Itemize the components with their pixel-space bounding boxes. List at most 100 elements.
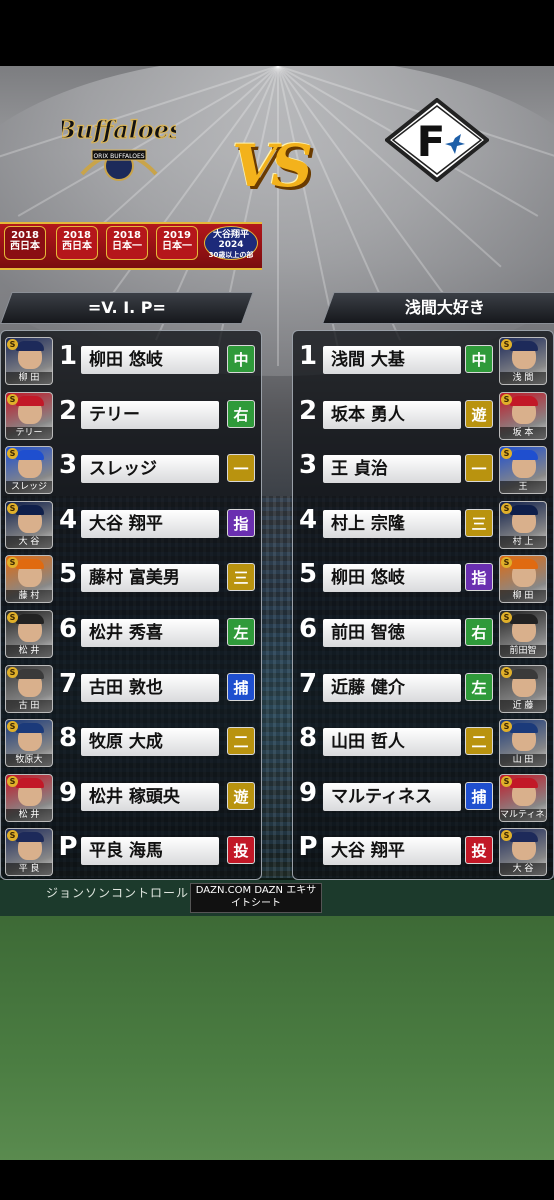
badge-ohtani-2024[interactable]: 大谷翔平 2024 30歳以上の部 bbox=[202, 220, 258, 268]
player-card-avatar[interactable]: S平 良 bbox=[5, 828, 53, 877]
batting-order: 8 bbox=[298, 723, 318, 754]
player-card-avatar[interactable]: S 松 井 bbox=[5, 610, 53, 658]
player-name[interactable]: テリー bbox=[81, 400, 219, 429]
badge-2018-west-2[interactable]: 2018 西日本 bbox=[54, 220, 100, 268]
batting-order: P bbox=[58, 832, 78, 863]
player-name[interactable]: 牧原 大成 bbox=[81, 728, 219, 757]
player-name[interactable]: 松井 稼頭央 bbox=[81, 782, 219, 811]
lineup-row[interactable]: Sマルティネス9マルティネス捕 bbox=[293, 770, 554, 822]
player-card-avatar[interactable]: S マルティネス bbox=[499, 773, 547, 822]
player-card-avatar[interactable]: S大 谷 bbox=[5, 500, 53, 549]
player-card-name: 近 藤 bbox=[500, 699, 546, 712]
batting-order: 3 bbox=[58, 450, 78, 481]
lineup-row[interactable]: S 前田智 6 前田 智徳右 bbox=[293, 606, 554, 658]
badge-2018-west[interactable]: 2018 西日本 bbox=[2, 220, 48, 268]
lineup-row[interactable]: S 坂 本 2 坂本 勇人遊 bbox=[293, 388, 554, 440]
badge-2019-japan[interactable]: 2019 日本一 bbox=[154, 220, 200, 268]
player-name[interactable]: 大谷 翔平 bbox=[323, 837, 461, 866]
roof-rib bbox=[277, 66, 279, 366]
lineup-row[interactable]: S藤 村 5 藤村 富美男三 bbox=[1, 551, 263, 604]
player-name[interactable]: 王 貞治 bbox=[323, 455, 461, 484]
player-cap bbox=[510, 723, 538, 734]
player-card-avatar[interactable]: S藤 村 bbox=[5, 555, 53, 604]
position-badge: 右 bbox=[227, 399, 255, 428]
lineup-row[interactable]: S 柳 田 1 柳田 悠岐中 bbox=[1, 333, 263, 385]
badge-2018-japan[interactable]: 2018 日本一 bbox=[104, 220, 150, 268]
player-name[interactable]: 柳田 悠岐 bbox=[81, 346, 219, 374]
player-cap bbox=[16, 450, 44, 461]
player-card-avatar[interactable]: S王 bbox=[499, 446, 547, 495]
player-name[interactable]: マルティネス bbox=[323, 782, 461, 811]
lineup-row[interactable]: S 村 上 4 村上 宗隆三 bbox=[293, 497, 554, 549]
lineup-row[interactable]: S大 谷 P 大谷 翔平投 bbox=[293, 824, 554, 877]
player-name[interactable]: 柳田 悠岐 bbox=[323, 564, 461, 593]
card-rank-icon: S bbox=[501, 502, 512, 514]
player-name[interactable]: 村上 宗隆 bbox=[323, 509, 461, 538]
player-card-avatar[interactable]: S 松 井 bbox=[5, 773, 53, 822]
lineup-row[interactable]: S 近 藤 7 近藤 健介左 bbox=[293, 661, 554, 713]
player-name[interactable]: 大谷 翔平 bbox=[81, 509, 219, 538]
batting-order: 1 bbox=[298, 341, 318, 371]
lineup-row[interactable]: S 牧原大 8 牧原 大成二 bbox=[1, 715, 263, 768]
lineup-row[interactable]: S王 3王 貞治一 bbox=[293, 442, 554, 495]
team-b-logo-text: F bbox=[417, 117, 446, 166]
player-name[interactable]: 浅間 大基 bbox=[323, 346, 461, 374]
player-card-avatar[interactable]: S 古 田 bbox=[5, 664, 53, 713]
lineup-row[interactable]: S山 田 8 山田 哲人二 bbox=[293, 715, 554, 768]
player-card-avatar[interactable]: S 牧原大 bbox=[5, 719, 53, 768]
player-card-avatar[interactable]: S 近 藤 bbox=[499, 664, 547, 713]
fence-ad-dazn: DAZN.COM DAZN エキサイトシート bbox=[190, 883, 322, 913]
card-rank-icon: S bbox=[501, 666, 512, 678]
player-card-avatar[interactable]: S大 谷 bbox=[499, 828, 547, 877]
player-card-name: 浅 間 bbox=[500, 372, 546, 384]
lineup-row[interactable]: S 古 田 7 古田 敦也捕 bbox=[1, 661, 263, 713]
player-card-avatar[interactable]: S柳 田 bbox=[5, 337, 53, 385]
player-name[interactable]: 前田 智徳 bbox=[323, 619, 461, 647]
batting-order: 6 bbox=[298, 614, 318, 644]
player-card-avatar[interactable]: S 前田智 bbox=[499, 610, 547, 658]
player-name[interactable]: 古田 敦也 bbox=[81, 673, 219, 702]
badge-title: 西日本 bbox=[10, 241, 40, 252]
card-rank-icon: S bbox=[501, 612, 512, 623]
card-rank-icon: S bbox=[501, 339, 512, 350]
player-card-avatar[interactable]: S柳 田 bbox=[499, 555, 547, 604]
card-rank-icon: S bbox=[7, 393, 18, 405]
lineup-row[interactable]: S平 良 P 平良 海馬投 bbox=[1, 824, 263, 877]
position-badge: 投 bbox=[465, 836, 493, 865]
position-badge: 左 bbox=[465, 672, 493, 701]
batting-order: P bbox=[298, 832, 318, 863]
lineup-row[interactable]: S 松 井 9 松井 稼頭央遊 bbox=[1, 770, 263, 822]
lineup-row[interactable]: S スレッジ 3 スレッジ一 bbox=[1, 442, 263, 495]
player-name[interactable]: 坂本 勇人 bbox=[323, 400, 461, 429]
player-card-name: 大 谷 bbox=[6, 535, 52, 548]
team-a-logo-sub: ORIX BUFFALOES bbox=[93, 153, 144, 160]
lineup-row[interactable]: S 浅 間 1 浅間 大基中 bbox=[293, 333, 554, 385]
badge-title: 大谷翔平 bbox=[212, 230, 249, 240]
player-card-avatar[interactable]: S 村 上 bbox=[499, 500, 547, 549]
player-card-avatar[interactable]: S テリー bbox=[5, 391, 53, 440]
lineup-row[interactable]: S 松 井 6 松井 秀喜左 bbox=[1, 606, 263, 658]
lineup-row[interactable]: S テリー 2 テリー右 bbox=[1, 388, 263, 440]
player-card-avatar[interactable]: S 坂 本 bbox=[499, 391, 547, 440]
batting-order: 1 bbox=[58, 341, 78, 371]
position-badge: 二 bbox=[227, 727, 255, 756]
player-name[interactable]: スレッジ bbox=[81, 455, 219, 484]
player-card-avatar[interactable]: S 浅 間 bbox=[499, 337, 547, 385]
lineup-row[interactable]: S柳 田 5 柳田 悠岐指 bbox=[293, 551, 554, 604]
player-cap bbox=[510, 777, 538, 788]
badge-year: 2018 bbox=[113, 230, 141, 241]
lineup-row[interactable]: S 大 谷 4 大谷 翔平指 bbox=[1, 497, 263, 549]
player-name[interactable]: 山田 哲人 bbox=[323, 728, 461, 757]
card-rank-icon: S bbox=[7, 612, 18, 623]
player-name[interactable]: 平良 海馬 bbox=[81, 837, 219, 866]
player-card-name: スレッジ bbox=[6, 481, 52, 494]
player-card-avatar[interactable]: S山 田 bbox=[499, 719, 547, 768]
player-name[interactable]: 松井 秀喜 bbox=[81, 619, 219, 647]
badge-title: 西日本 bbox=[62, 241, 92, 252]
player-name[interactable]: 藤村 富美男 bbox=[81, 564, 219, 593]
outfield-grass bbox=[0, 916, 554, 1160]
player-card-avatar[interactable]: S スレッジ bbox=[5, 446, 53, 495]
player-name[interactable]: 近藤 健介 bbox=[323, 673, 461, 702]
card-rank-icon: S bbox=[7, 666, 18, 678]
badge-year: 2018 bbox=[63, 230, 91, 241]
